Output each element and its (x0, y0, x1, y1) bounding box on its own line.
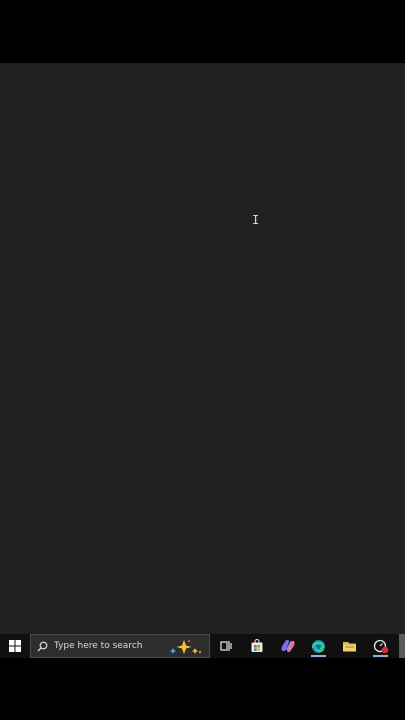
screen-recorder-button[interactable] (365, 634, 396, 658)
text-cursor-icon: I (252, 213, 260, 227)
copilot-button[interactable] (272, 634, 303, 658)
task-view-button[interactable] (210, 634, 241, 658)
copilot-icon (280, 639, 295, 653)
task-view-icon (219, 641, 232, 651)
edge-icon (312, 639, 325, 653)
active-indicator (373, 655, 388, 657)
recorder-icon (373, 639, 388, 653)
search-box[interactable]: Type here to search (30, 634, 210, 658)
active-indicator (311, 655, 326, 657)
sparkle-icon (170, 640, 201, 654)
microsoft-store-button[interactable] (241, 634, 272, 658)
edge-button[interactable] (303, 634, 334, 658)
windows-logo-icon (9, 640, 21, 652)
search-icon (37, 641, 48, 651)
show-desktop-button[interactable] (399, 634, 405, 658)
store-bag-icon (251, 639, 262, 652)
taskbar: Type here to search (0, 634, 405, 658)
start-button[interactable] (0, 634, 30, 658)
screen: I Type here to search (0, 0, 405, 720)
file-explorer-button[interactable] (334, 634, 365, 658)
app-content-area[interactable]: I (0, 63, 405, 634)
folder-icon (343, 641, 356, 651)
search-placeholder: Type here to search (54, 641, 143, 651)
